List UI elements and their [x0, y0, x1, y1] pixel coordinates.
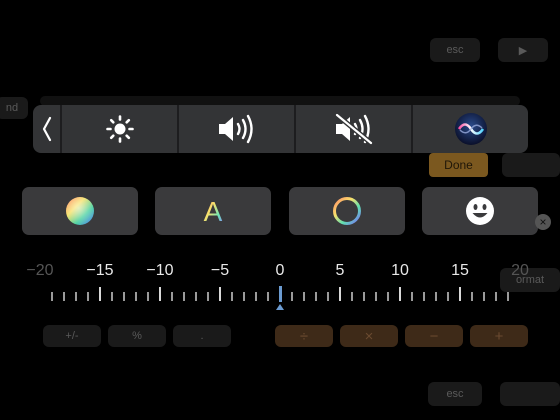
bg-play-label: ▶ — [518, 44, 528, 57]
bottom-esc-label: esc — [446, 388, 464, 400]
slider-major-tick — [459, 287, 461, 301]
slider-minor-tick — [423, 292, 425, 301]
slider-minor-tick — [147, 292, 149, 301]
slider-minor-tick — [135, 292, 137, 301]
slider-label: 20 — [511, 262, 529, 279]
slider-label: −20 — [26, 262, 54, 279]
slider-minor-tick — [387, 292, 389, 301]
slider-minor-tick — [111, 292, 113, 301]
color-wheel-icon — [66, 197, 94, 225]
slider-major-tick — [219, 287, 221, 301]
slider-minor-tick — [447, 292, 449, 301]
bg-esc-label: esc — [446, 44, 464, 56]
sun-icon — [105, 115, 134, 143]
bg-esc-key: esc — [430, 38, 480, 62]
op-label: + — [494, 327, 504, 345]
letter-a-label: A — [204, 196, 223, 227]
bg-toggle — [502, 153, 560, 177]
slider-minor-tick — [411, 292, 413, 301]
bg-op-divide: ÷ — [275, 325, 333, 347]
slider-minor-tick — [63, 292, 65, 301]
brightness-button[interactable] — [60, 105, 177, 153]
siri-button[interactable] — [411, 105, 528, 153]
bg-op-minus: − — [405, 325, 463, 347]
emoji-button[interactable] — [422, 187, 538, 235]
slider-minor-tick — [123, 292, 125, 301]
bg-op-plus: + — [470, 325, 528, 347]
close-icon: × — [539, 215, 547, 229]
slider-minor-tick — [291, 292, 293, 301]
control-strip — [33, 105, 528, 153]
calc-label: +/- — [65, 330, 79, 342]
bg-op-multiply: × — [340, 325, 398, 347]
slider-minor-tick — [327, 292, 329, 301]
bg-close-badge: × — [535, 214, 551, 230]
slider-label: 5 — [335, 262, 345, 279]
slider-label: −15 — [86, 262, 114, 279]
siri-icon — [454, 113, 487, 145]
bg-bottom-esc: esc — [428, 382, 482, 406]
op-label: ÷ — [299, 327, 309, 345]
stroke-button[interactable] — [289, 187, 405, 235]
control-strip-collapse-button[interactable] — [33, 105, 60, 153]
slider-major-tick — [339, 287, 341, 301]
bg-left-fragment-label: nd — [5, 102, 19, 114]
slider-minor-tick — [267, 292, 269, 301]
ring-icon — [333, 197, 361, 225]
slider-minor-tick — [351, 292, 353, 301]
text-style-button[interactable]: A — [155, 187, 271, 235]
bg-left-fragment: nd — [0, 97, 28, 119]
slider-minor-tick — [303, 292, 305, 301]
color-picker-button[interactable] — [22, 187, 138, 235]
emoji-smile-icon — [466, 197, 494, 225]
slider-major-tick — [159, 287, 161, 301]
slider-label: −5 — [210, 262, 230, 279]
speaker-muted-icon — [334, 113, 373, 145]
slider-minor-tick — [507, 292, 509, 301]
slider-label: −10 — [146, 262, 174, 279]
slider-label: 0 — [275, 262, 285, 279]
bg-calc-plusminus: +/- — [43, 325, 101, 347]
slider-minor-tick — [171, 292, 173, 301]
slider-minor-tick — [51, 292, 53, 301]
slider-minor-tick — [255, 292, 257, 301]
chevron-left-icon — [42, 116, 51, 142]
slider-major-tick — [399, 287, 401, 301]
slider-minor-tick — [87, 292, 89, 301]
slider-minor-tick — [207, 292, 209, 301]
slider-minor-tick — [375, 292, 377, 301]
op-label: × — [364, 327, 374, 345]
slider-minor-tick — [315, 292, 317, 301]
bg-calc-dot: . — [173, 325, 231, 347]
done-label: Done — [444, 158, 473, 172]
op-label: − — [429, 327, 439, 345]
bg-send-key — [500, 382, 560, 406]
slider-label: 15 — [451, 262, 469, 279]
bg-calc-percent: % — [108, 325, 166, 347]
slider-minor-tick — [231, 292, 233, 301]
volume-button[interactable] — [177, 105, 294, 153]
speaker-volume-icon — [218, 114, 253, 144]
slider-minor-tick — [435, 292, 437, 301]
calc-label: % — [132, 330, 142, 342]
slider-minor-tick — [363, 292, 365, 301]
letter-a-icon: A — [204, 196, 223, 227]
mute-button[interactable] — [294, 105, 411, 153]
value-slider[interactable]: −20 −15 −10 −5 0 5 10 15 20 — [26, 262, 529, 312]
slider-label: 10 — [391, 262, 409, 279]
slider-minor-tick — [471, 292, 473, 301]
bg-done-button: Done — [429, 153, 488, 177]
slider-minor-tick — [495, 292, 497, 301]
slider-minor-tick — [195, 292, 197, 301]
calc-label: . — [200, 330, 204, 342]
bg-play-key: ▶ — [498, 38, 548, 62]
slider-minor-tick — [483, 292, 485, 301]
slider-major-tick — [99, 287, 101, 301]
slider-minor-tick — [75, 292, 77, 301]
slider-current-indicator — [276, 304, 284, 310]
slider-minor-tick — [243, 292, 245, 301]
slider-major-tick — [279, 286, 282, 302]
slider-minor-tick — [183, 292, 185, 301]
